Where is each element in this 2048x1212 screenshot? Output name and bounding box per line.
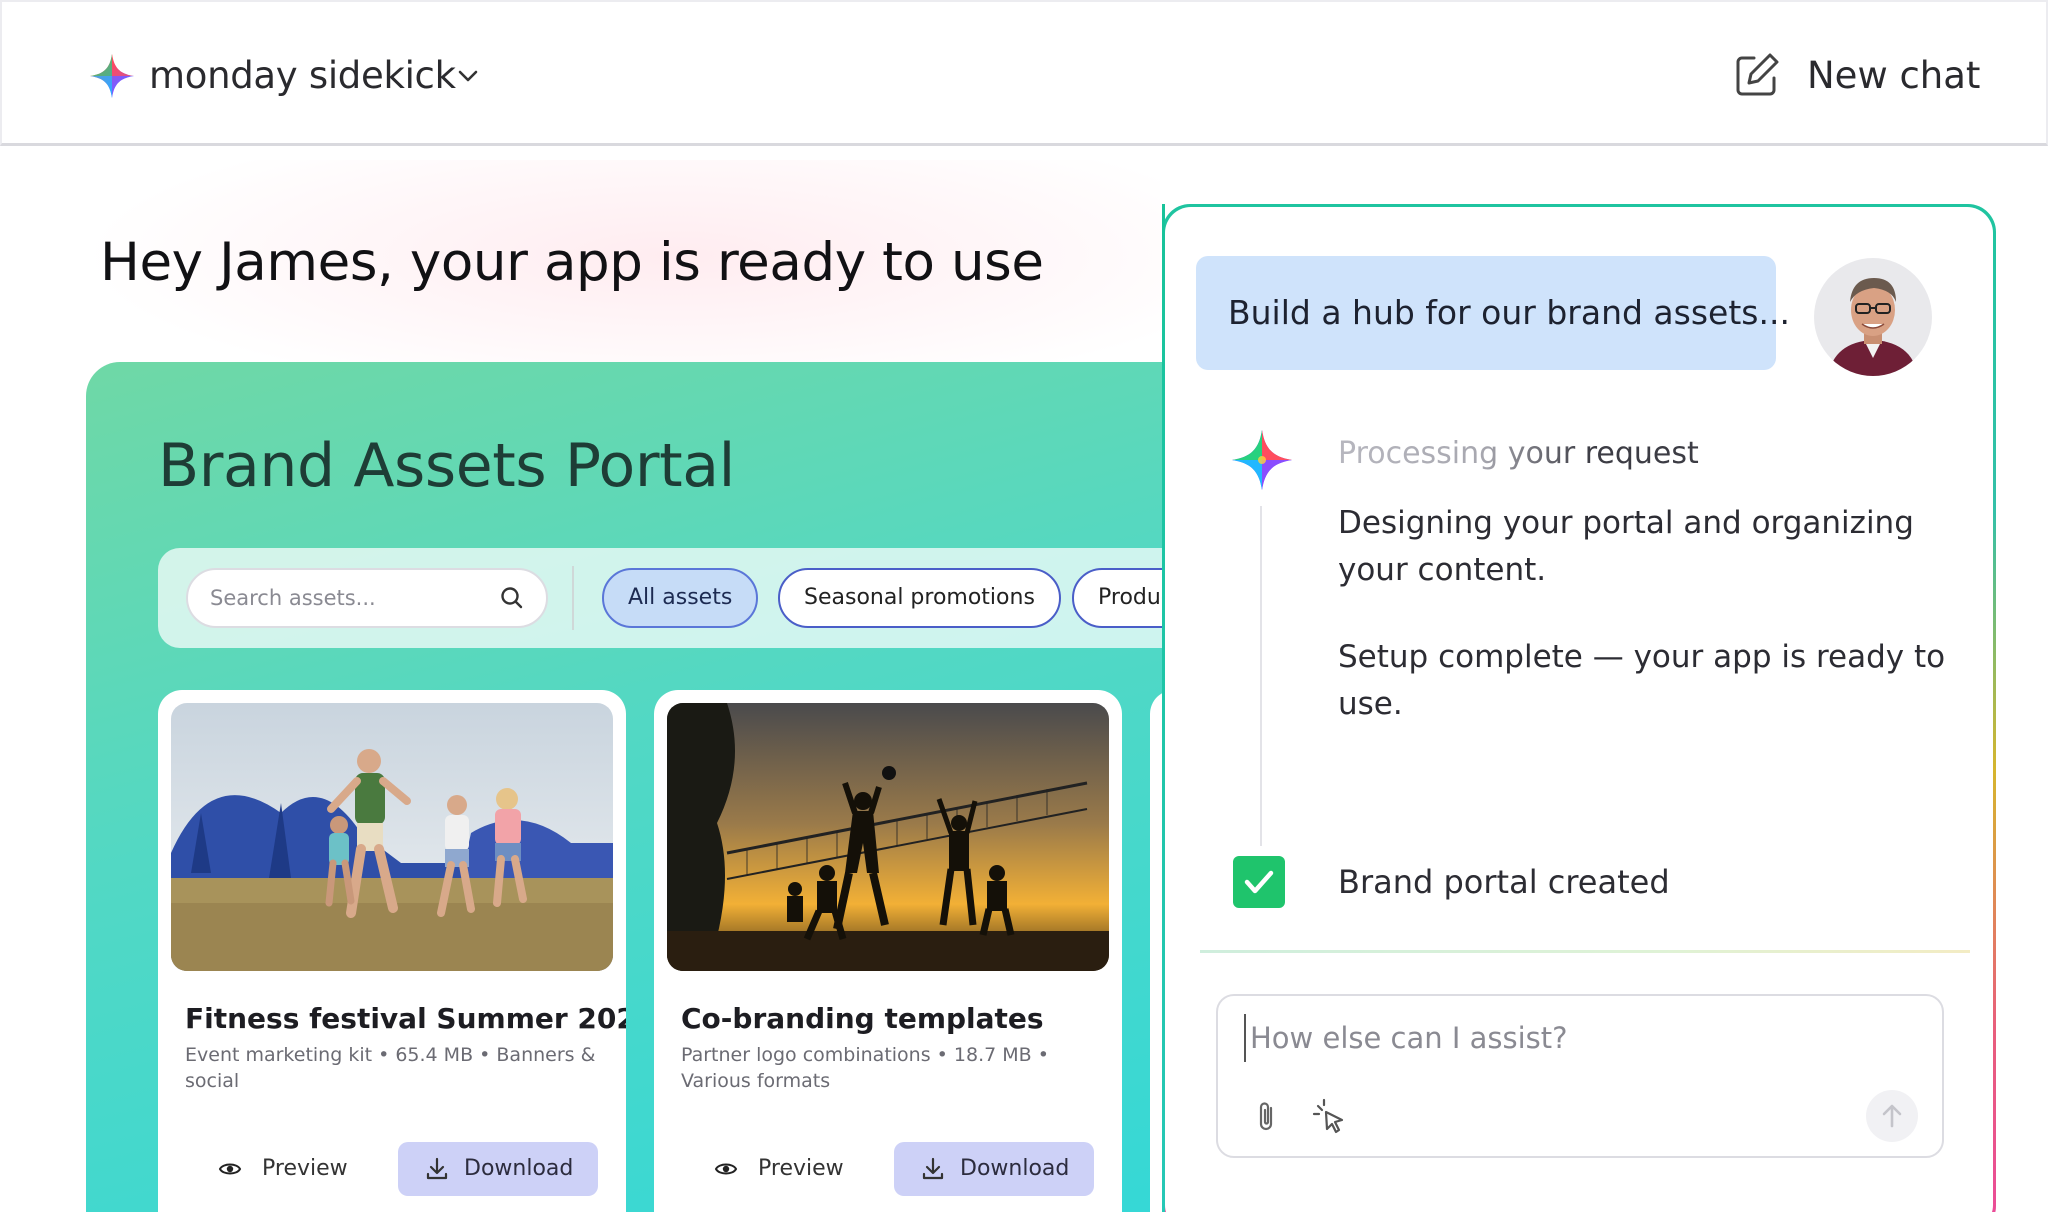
new-chat-button[interactable]: New chat <box>1807 52 1980 100</box>
card-title: Fitness festival Summer 2025 <box>185 1002 626 1035</box>
search-box[interactable] <box>186 568 548 628</box>
eye-icon <box>714 1163 738 1175</box>
filter-chip-seasonal-promotions[interactable]: Seasonal promotions <box>778 568 1061 628</box>
asset-card-fitness-festival[interactable]: Fitness festival Summer 2025 Event marke… <box>158 690 626 1212</box>
preview-label: Preview <box>758 1156 844 1181</box>
step-designing: Designing your portal and organizing you… <box>1338 505 1914 588</box>
brand-assets-portal: Brand Assets Portal All assets Seasonal … <box>86 362 1176 1212</box>
download-button[interactable]: Download <box>894 1142 1094 1196</box>
download-icon <box>922 1157 944 1180</box>
chat-panel-left-edge <box>1162 204 1165 1212</box>
download-label: Download <box>960 1156 1070 1181</box>
send-button[interactable] <box>1866 1090 1918 1142</box>
download-icon <box>426 1157 448 1180</box>
step-setup-complete: Setup complete — your app is ready to us… <box>1338 639 1946 722</box>
search-icon[interactable] <box>498 584 526 612</box>
filter-chip-products[interactable]: Produc <box>1072 568 1176 628</box>
sparkle-logo-icon <box>1232 430 1292 490</box>
card-meta: Event marketing kit • 65.4 MB • Banners … <box>185 1044 596 1092</box>
processing-status: Processing your request <box>1338 432 1699 476</box>
arrow-up-icon <box>1882 1104 1902 1128</box>
filter-bar: All assets Seasonal promotions Produc <box>158 548 1176 648</box>
card-title: Co-branding templates <box>681 1002 1044 1035</box>
eye-icon <box>218 1163 242 1175</box>
edit-icon[interactable] <box>1732 50 1782 100</box>
search-input[interactable] <box>210 580 490 616</box>
greeting-title: Hey James, your app is ready to use <box>100 232 1044 293</box>
chat-divider <box>1200 950 1970 953</box>
brand-portal-created: Brand portal created <box>1338 863 1670 901</box>
filter-divider <box>572 566 574 630</box>
app-header: monday sidekick New chat <box>0 0 2048 146</box>
download-label: Download <box>464 1156 574 1181</box>
paperclip-icon[interactable] <box>1252 1098 1282 1134</box>
timeline-line <box>1260 506 1262 846</box>
chat-input[interactable] <box>1244 1014 1904 1062</box>
asset-card-co-branding[interactable]: Co-branding templates Partner logo combi… <box>654 690 1122 1212</box>
preview-label: Preview <box>262 1156 348 1181</box>
chevron-down-icon[interactable] <box>452 60 484 92</box>
card-image-festival <box>171 703 613 971</box>
card-meta: Partner logo combinations • 18.7 MB • Va… <box>681 1044 1049 1092</box>
sparkle-logo-icon[interactable] <box>88 52 136 100</box>
pointer-icon[interactable] <box>1308 1096 1348 1136</box>
check-icon <box>1233 856 1285 908</box>
avatar[interactable] <box>1814 258 1932 376</box>
portal-title: Brand Assets Portal <box>158 431 735 501</box>
download-button[interactable]: Download <box>398 1142 598 1196</box>
user-message-bubble: Build a hub for our brand assets... <box>1196 256 1790 370</box>
app-name[interactable]: monday sidekick <box>149 52 456 100</box>
chat-composer[interactable] <box>1216 994 1944 1158</box>
card-image-volleyball <box>667 703 1109 971</box>
filter-chip-all-assets[interactable]: All assets <box>602 568 759 628</box>
